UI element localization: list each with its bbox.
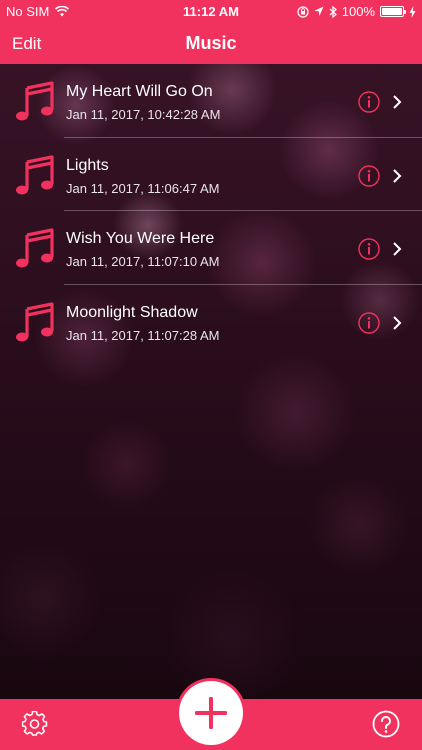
chevron-right-icon — [393, 242, 402, 256]
info-icon[interactable] — [358, 91, 380, 113]
song-title: Moonlight Shadow — [66, 303, 198, 321]
location-icon — [314, 6, 324, 16]
song-title: My Heart Will Go On — [66, 83, 213, 100]
add-icon — [195, 697, 227, 729]
song-date: Jan 11, 2017, 11:06:47 AM — [66, 180, 220, 196]
song-date: Jan 11, 2017, 11:07:28 AM — [66, 327, 220, 343]
orientation-lock-icon — [297, 5, 309, 18]
settings-icon[interactable] — [22, 711, 48, 737]
song-title: Wish You Were Here — [66, 230, 215, 247]
bluetooth-icon — [329, 5, 337, 18]
list-item[interactable]: My Heart Will Go On Jan 11, 2017, 10:42:… — [0, 64, 422, 138]
info-icon[interactable] — [358, 164, 380, 187]
music-note-icon — [16, 228, 54, 268]
battery-percent: 100% — [341, 4, 375, 19]
list-item[interactable]: Wish You Were Here Jan 11, 2017, 11:07:1… — [0, 211, 422, 285]
status-bar: No SIM 11:12 AM 100% — [0, 0, 422, 22]
music-note-icon — [16, 301, 54, 341]
nav-bar: Edit Music — [0, 22, 422, 64]
add-button[interactable] — [179, 681, 243, 745]
header: No SIM 11:12 AM 100% Edit Music — [0, 0, 422, 64]
song-list: My Heart Will Go On Jan 11, 2017, 10:42:… — [0, 64, 422, 358]
chevron-right-icon — [393, 95, 402, 109]
song-date: Jan 11, 2017, 11:07:10 AM — [66, 254, 220, 269]
info-icon[interactable] — [358, 311, 380, 334]
song-title: Lights — [66, 156, 109, 174]
chevron-right-icon — [393, 168, 402, 183]
battery-icon — [380, 6, 406, 17]
song-date: Jan 11, 2017, 10:42:28 AM — [66, 107, 221, 122]
status-right: 100% — [297, 4, 416, 19]
list-item[interactable]: Lights Jan 11, 2017, 11:06:47 AM — [0, 138, 422, 211]
page-title: Music — [185, 33, 237, 53]
chevron-right-icon — [393, 315, 402, 330]
info-icon[interactable] — [358, 238, 380, 260]
music-note-icon — [16, 154, 54, 194]
music-note-icon — [16, 81, 54, 121]
charging-icon — [409, 5, 416, 18]
list-item[interactable]: Moonlight Shadow Jan 11, 2017, 11:07:28 … — [0, 285, 422, 359]
help-icon[interactable] — [372, 710, 400, 738]
